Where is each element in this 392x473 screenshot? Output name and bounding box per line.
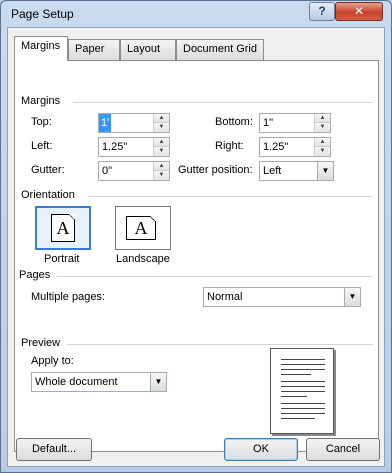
dialog-client-area: Margins Paper Layout Document Grid Margi… bbox=[7, 27, 385, 467]
pages-section-title: Pages bbox=[19, 269, 51, 281]
top-label: Top: bbox=[31, 116, 52, 128]
bottom-margin-down-arrow[interactable]: ▼ bbox=[315, 123, 330, 132]
preview-line bbox=[281, 364, 325, 365]
preview-line bbox=[281, 396, 307, 397]
bottom-label: Bottom: bbox=[215, 116, 253, 128]
tab-document-grid[interactable]: Document Grid bbox=[176, 39, 264, 60]
pages-divider bbox=[57, 276, 373, 277]
gutter-position-select[interactable]: Left ▼ bbox=[259, 161, 334, 181]
gutter-label: Gutter: bbox=[31, 164, 65, 176]
left-margin-input[interactable] bbox=[99, 138, 153, 156]
gutter-position-label: Gutter position: bbox=[178, 164, 253, 176]
dialog-title: Page Setup bbox=[11, 7, 74, 21]
portrait-label: Portrait bbox=[44, 253, 80, 265]
preview-line bbox=[281, 413, 325, 414]
page-preview bbox=[270, 348, 334, 434]
left-margin-arrows: ▲ ▼ bbox=[153, 138, 169, 156]
multiple-pages-label: Multiple pages: bbox=[31, 291, 105, 303]
multiple-pages-value: Normal bbox=[207, 291, 243, 303]
preview-line bbox=[281, 359, 325, 360]
tab-layout[interactable]: Layout bbox=[120, 39, 176, 60]
top-margin-down-arrow[interactable]: ▼ bbox=[154, 123, 169, 132]
ok-button[interactable]: OK bbox=[224, 438, 298, 461]
bottom-margin-arrows: ▲ ▼ bbox=[314, 114, 330, 132]
bottom-margin-up-arrow[interactable]: ▲ bbox=[315, 114, 330, 123]
title-bar[interactable]: Page Setup ? ✕ bbox=[1, 1, 391, 27]
right-margin-up-arrow[interactable]: ▲ bbox=[315, 138, 330, 147]
landscape-option[interactable]: A bbox=[115, 206, 171, 250]
gutter-down-arrow[interactable]: ▼ bbox=[154, 171, 169, 180]
apply-to-label: Apply to: bbox=[31, 355, 74, 367]
gutter-up-arrow[interactable]: ▲ bbox=[154, 162, 169, 171]
gutter-position-value: Left bbox=[263, 165, 282, 177]
right-margin-input[interactable] bbox=[260, 138, 314, 156]
bottom-margin-input[interactable] bbox=[260, 114, 314, 132]
tab-margins[interactable]: Margins bbox=[14, 36, 68, 61]
page-setup-dialog: Page Setup ? ✕ Margins Paper Layout Docu… bbox=[0, 0, 392, 473]
right-margin-spinner[interactable]: ▲ ▼ bbox=[259, 137, 331, 157]
top-margin-arrows: ▲ ▼ bbox=[153, 114, 169, 132]
left-margin-up-arrow[interactable]: ▲ bbox=[154, 138, 169, 147]
preview-section-title: Preview bbox=[21, 337, 61, 349]
preview-line bbox=[281, 374, 311, 375]
margins-tab-panel: Margins Top: ▲ ▼ Bottom: ▲ ▼ Left: bbox=[14, 60, 379, 452]
orientation-divider bbox=[89, 196, 373, 197]
top-margin-spinner[interactable]: ▲ ▼ bbox=[98, 113, 170, 133]
preview-line bbox=[281, 408, 325, 409]
preview-line bbox=[281, 403, 325, 404]
tab-paper[interactable]: Paper bbox=[68, 39, 120, 60]
right-margin-arrows: ▲ ▼ bbox=[314, 138, 330, 156]
portrait-option[interactable]: A bbox=[35, 206, 91, 250]
gutter-arrows: ▲ ▼ bbox=[153, 162, 169, 180]
top-margin-input[interactable] bbox=[99, 114, 111, 132]
landscape-icon: A bbox=[126, 216, 156, 240]
gutter-input[interactable] bbox=[99, 162, 153, 180]
preview-line bbox=[281, 391, 325, 392]
left-margin-down-arrow[interactable]: ▼ bbox=[154, 147, 169, 156]
apply-to-value: Whole document bbox=[35, 376, 118, 388]
multiple-pages-select[interactable]: Normal ▼ bbox=[203, 287, 361, 307]
preview-line bbox=[281, 369, 325, 370]
landscape-label: Landscape bbox=[116, 253, 170, 265]
chevron-down-icon[interactable]: ▼ bbox=[344, 288, 360, 306]
gutter-spinner[interactable]: ▲ ▼ bbox=[98, 161, 170, 181]
preview-line bbox=[281, 418, 315, 419]
apply-to-select[interactable]: Whole document ▼ bbox=[31, 372, 167, 392]
top-margin-up-arrow[interactable]: ▲ bbox=[154, 114, 169, 123]
right-margin-down-arrow[interactable]: ▼ bbox=[315, 147, 330, 156]
preview-divider bbox=[67, 344, 373, 345]
margins-section-title: Margins bbox=[21, 95, 61, 107]
close-button[interactable]: ✕ bbox=[335, 2, 383, 21]
default-button[interactable]: Default... bbox=[16, 438, 92, 461]
preview-line bbox=[281, 386, 325, 387]
preview-line bbox=[281, 381, 325, 382]
help-button[interactable]: ? bbox=[309, 2, 335, 21]
bottom-margin-spinner[interactable]: ▲ ▼ bbox=[259, 113, 331, 133]
portrait-icon: A bbox=[51, 214, 75, 242]
left-margin-spinner[interactable]: ▲ ▼ bbox=[98, 137, 170, 157]
right-label: Right: bbox=[215, 140, 244, 152]
left-label: Left: bbox=[31, 140, 53, 152]
chevron-down-icon[interactable]: ▼ bbox=[150, 373, 166, 391]
orientation-section-title: Orientation bbox=[21, 189, 75, 201]
cancel-button[interactable]: Cancel bbox=[306, 438, 380, 461]
chevron-down-icon[interactable]: ▼ bbox=[317, 162, 333, 180]
margins-divider bbox=[73, 102, 373, 103]
